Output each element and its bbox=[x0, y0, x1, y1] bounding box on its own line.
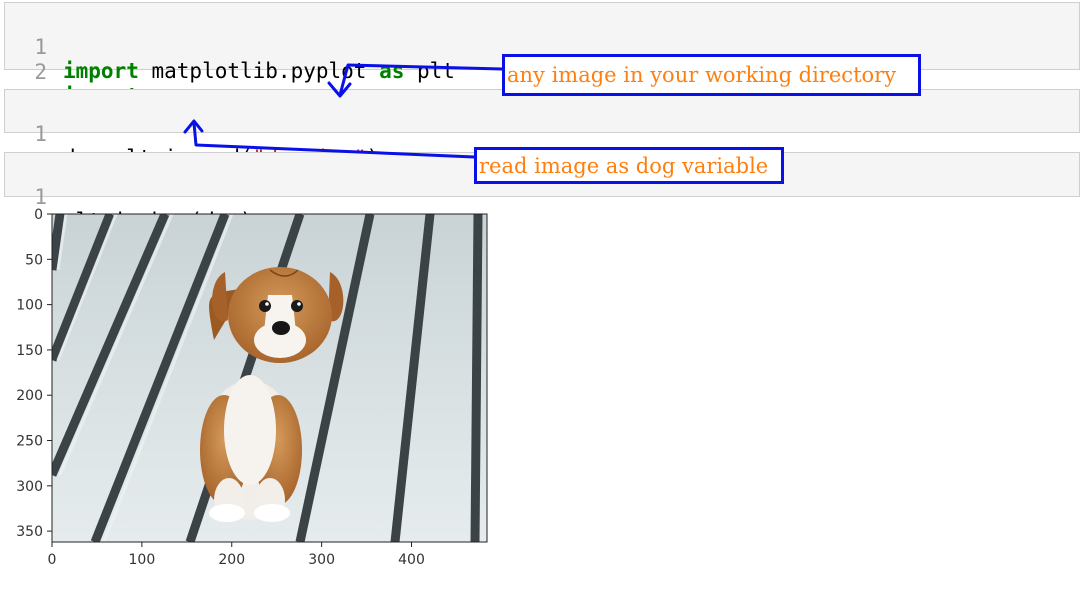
imshow-output-plot: 0 50 100 150 200 250 300 350 0 100 200 300 400 bbox=[16, 207, 488, 568]
y-tick-label: 0 bbox=[34, 207, 43, 223]
code-line: 1 plt.imshow(dog) bbox=[5, 161, 252, 233]
y-tick-label: 350 bbox=[16, 524, 43, 540]
line-number: 2 bbox=[34, 60, 47, 84]
y-axis-ticks: 0 50 100 150 200 250 300 350 bbox=[16, 207, 52, 540]
code-line: 1 dog=plt.imread("dog.jpg") bbox=[5, 98, 379, 170]
line-number: 1 bbox=[34, 122, 47, 146]
annotation-read-note: read image as dog variable bbox=[474, 147, 784, 184]
x-tick-label: 0 bbox=[48, 552, 57, 568]
annotation-image-note: any image in your working directory bbox=[502, 54, 921, 96]
y-tick-label: 100 bbox=[16, 298, 43, 314]
y-tick-label: 200 bbox=[16, 388, 43, 404]
annotation-text: read image as dog variable bbox=[479, 154, 769, 178]
module-name: matplotlib.pyplot bbox=[138, 59, 380, 83]
y-tick-label: 250 bbox=[16, 434, 43, 450]
keyword: as bbox=[379, 59, 405, 83]
dog-image bbox=[52, 214, 487, 542]
code-text: import matplotlib.pyplot as plt bbox=[63, 59, 455, 83]
y-tick-label: 50 bbox=[25, 252, 43, 268]
code-line: 1 import matplotlib.pyplot as plt bbox=[5, 11, 455, 83]
y-tick-label: 150 bbox=[16, 343, 43, 359]
keyword: import bbox=[63, 59, 139, 83]
code-line: 2 import numpy as np bbox=[5, 36, 290, 108]
x-axis-ticks: 0 100 200 300 400 bbox=[48, 542, 425, 568]
x-tick-label: 100 bbox=[129, 552, 156, 568]
alias: plt bbox=[404, 59, 455, 83]
x-tick-label: 200 bbox=[218, 552, 245, 568]
x-tick-label: 400 bbox=[398, 552, 425, 568]
x-tick-label: 300 bbox=[308, 552, 335, 568]
y-tick-label: 300 bbox=[16, 479, 43, 495]
annotation-text: any image in your working directory bbox=[507, 63, 897, 87]
